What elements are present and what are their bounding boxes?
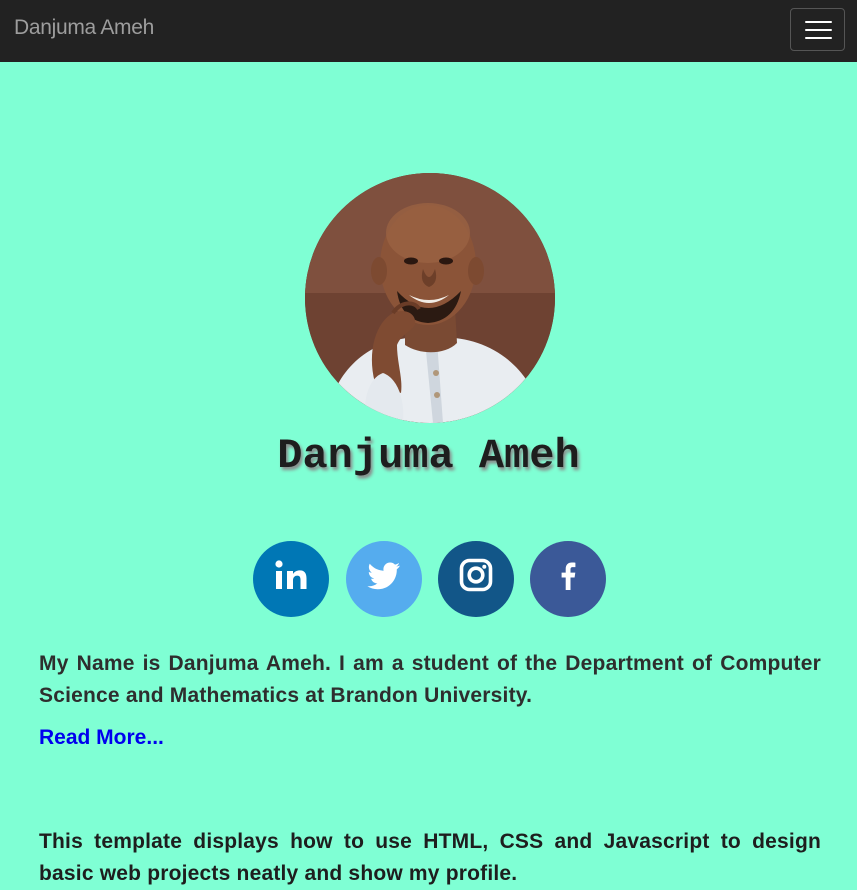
intro-paragraph: My Name is Danjuma Ameh. I am a student … (39, 652, 821, 707)
twitter-button[interactable] (346, 541, 422, 617)
hamburger-menu-icon (805, 37, 832, 39)
twitter-icon (367, 562, 400, 590)
profile-photo-illustration (305, 173, 555, 423)
hamburger-menu-icon (805, 21, 832, 23)
hamburger-menu-icon (805, 29, 832, 31)
instagram-button[interactable] (438, 541, 514, 617)
profile-name-heading: Danjuma Ameh (277, 432, 580, 480)
navbar-toggle-button[interactable] (790, 8, 845, 51)
navbar-brand[interactable]: Danjuma Ameh (14, 16, 154, 40)
profile-photo (305, 173, 555, 423)
instagram-icon (459, 558, 493, 592)
linkedin-button[interactable] (253, 541, 329, 617)
linkedin-icon (275, 560, 307, 589)
read-more-link[interactable]: Read More... (39, 726, 164, 750)
facebook-icon (561, 562, 576, 590)
facebook-button[interactable] (530, 541, 606, 617)
template-description: This template displays how to use HTML, … (39, 830, 821, 885)
navbar: Danjuma Ameh (0, 0, 857, 62)
